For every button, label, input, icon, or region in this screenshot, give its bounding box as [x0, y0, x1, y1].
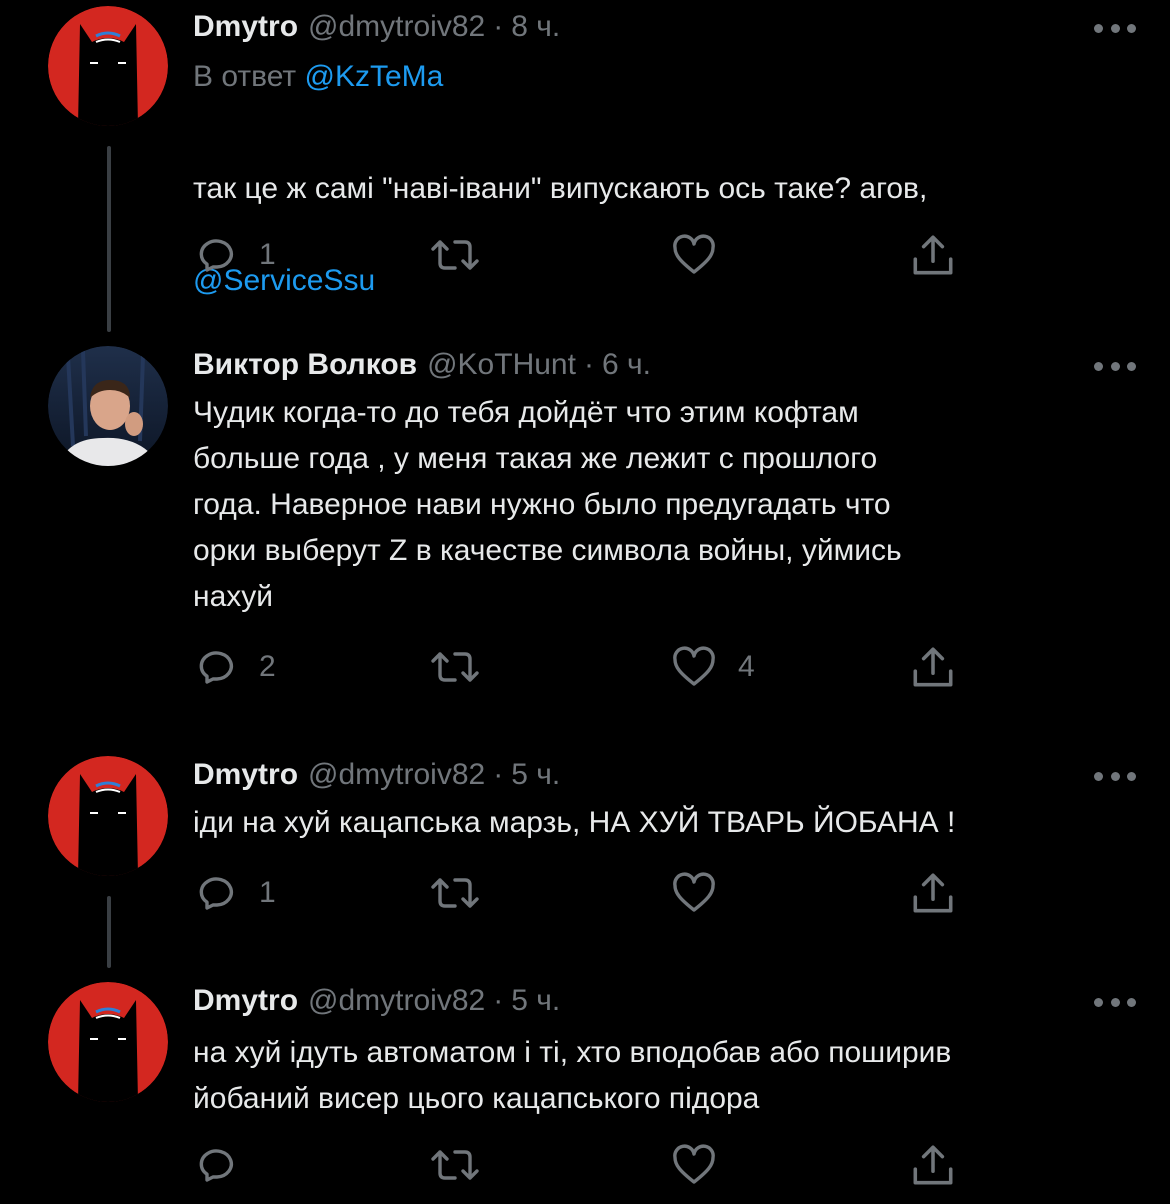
share-icon: [913, 647, 953, 687]
reply-count: 1: [259, 238, 276, 271]
like-icon: [673, 1144, 715, 1184]
retweet-icon: [431, 1150, 479, 1180]
batman-avatar-icon: [48, 982, 168, 1102]
reply-count: 1: [259, 876, 276, 909]
retweet-button[interactable]: [428, 230, 500, 280]
display-name[interactable]: Dmytro: [193, 758, 298, 792]
photo-avatar-icon: [48, 346, 168, 466]
batman-avatar-icon: [48, 6, 168, 126]
reply-prefix: В ответ: [193, 60, 297, 93]
separator-dot: ·: [493, 10, 504, 43]
retweet-icon: [431, 652, 479, 682]
display-name[interactable]: Dmytro: [193, 10, 298, 44]
tweet-header: Dmytro @dmytroiv82 · 8 ч.: [193, 10, 560, 44]
avatar[interactable]: [48, 346, 168, 466]
tweet[interactable]: Dmytro @dmytroiv82 · 5 ч. іди на хуй кац…: [0, 750, 1170, 950]
user-handle[interactable]: @dmytroiv82: [308, 984, 485, 1018]
more-icon[interactable]: [1094, 997, 1136, 1007]
share-button[interactable]: [908, 1140, 976, 1190]
share-button[interactable]: [908, 642, 976, 692]
user-handle[interactable]: @dmytroiv82: [308, 10, 485, 44]
like-button[interactable]: 4: [668, 642, 755, 692]
reply-button[interactable]: [193, 1140, 259, 1190]
like-icon: [673, 646, 715, 686]
tweet[interactable]: Виктор Волков @KoTHunt · 6 ч. Чудик когд…: [0, 340, 1170, 720]
like-button[interactable]: [668, 230, 738, 280]
reply-icon: [199, 651, 234, 684]
reply-mention-link[interactable]: @KzTeMa: [304, 60, 443, 93]
timestamp[interactable]: 8 ч.: [511, 10, 560, 44]
retweet-icon: [431, 240, 479, 270]
tweet-text: Чудик когда-то до тебя дойдёт что этим к…: [193, 396, 902, 613]
retweet-button[interactable]: [428, 642, 500, 692]
reply-button[interactable]: 2: [193, 642, 276, 692]
reply-icon: [199, 1149, 234, 1182]
more-icon[interactable]: [1094, 361, 1136, 371]
retweet-icon: [431, 878, 479, 908]
reply-icon: [199, 239, 234, 272]
reply-count: 2: [259, 650, 276, 683]
more-icon[interactable]: [1094, 23, 1136, 33]
more-icon[interactable]: [1094, 771, 1136, 781]
share-button[interactable]: [908, 230, 976, 280]
separator-dot: ·: [583, 348, 594, 381]
reply-button[interactable]: 1: [193, 230, 276, 280]
share-icon: [913, 873, 953, 913]
retweet-button[interactable]: [428, 868, 500, 918]
user-handle[interactable]: @KoTHunt: [427, 348, 576, 382]
like-icon: [673, 872, 715, 912]
tweet-actions: 2 4: [193, 642, 973, 692]
share-icon: [913, 1145, 953, 1185]
tweet-actions: 1: [193, 868, 973, 918]
display-name[interactable]: Dmytro: [193, 984, 298, 1018]
separator-dot: ·: [493, 758, 504, 791]
tweet-header: Виктор Волков @KoTHunt · 6 ч.: [193, 348, 651, 382]
like-button[interactable]: [668, 868, 738, 918]
tweet-header: Dmytro @dmytroiv82 · 5 ч.: [193, 984, 560, 1018]
share-icon: [913, 235, 953, 275]
share-button[interactable]: [908, 868, 976, 918]
avatar[interactable]: [48, 756, 168, 876]
like-count: 4: [738, 650, 755, 683]
user-handle[interactable]: @dmytroiv82: [308, 758, 485, 792]
tweet-text: на хуй ідуть автоматом і ті, хто вподоба…: [193, 1036, 952, 1115]
batman-avatar-icon: [48, 756, 168, 876]
reply-icon: [199, 877, 234, 910]
reply-button[interactable]: 1: [193, 868, 276, 918]
tweet-text: іди на хуй кацапська марзь, НА ХУЙ ТВАРЬ…: [193, 806, 956, 839]
avatar[interactable]: [48, 982, 168, 1102]
avatar[interactable]: [48, 6, 168, 126]
retweet-button[interactable]: [428, 1140, 500, 1190]
display-name[interactable]: Виктор Волков: [193, 348, 417, 382]
tweet-actions: 1: [193, 230, 973, 280]
separator-dot: ·: [493, 984, 504, 1017]
timestamp[interactable]: 6 ч.: [602, 348, 651, 382]
reply-context: В ответ @KzTeMa: [193, 60, 443, 94]
timestamp[interactable]: 5 ч.: [511, 758, 560, 792]
like-button[interactable]: [668, 1140, 738, 1190]
tweet-header: Dmytro @dmytroiv82 · 5 ч.: [193, 758, 560, 792]
tweet[interactable]: Dmytro @dmytroiv82 · 8 ч. В ответ @KzTeM…: [0, 0, 1170, 330]
tweet[interactable]: Dmytro @dmytroiv82 · 5 ч. на хуй ідуть а…: [0, 976, 1170, 1204]
like-icon: [673, 234, 715, 274]
timestamp[interactable]: 5 ч.: [511, 984, 560, 1018]
tweet-text-body: так це ж самі "наві-івани" випускають ос…: [193, 172, 928, 205]
tweet-actions: [193, 1140, 973, 1190]
